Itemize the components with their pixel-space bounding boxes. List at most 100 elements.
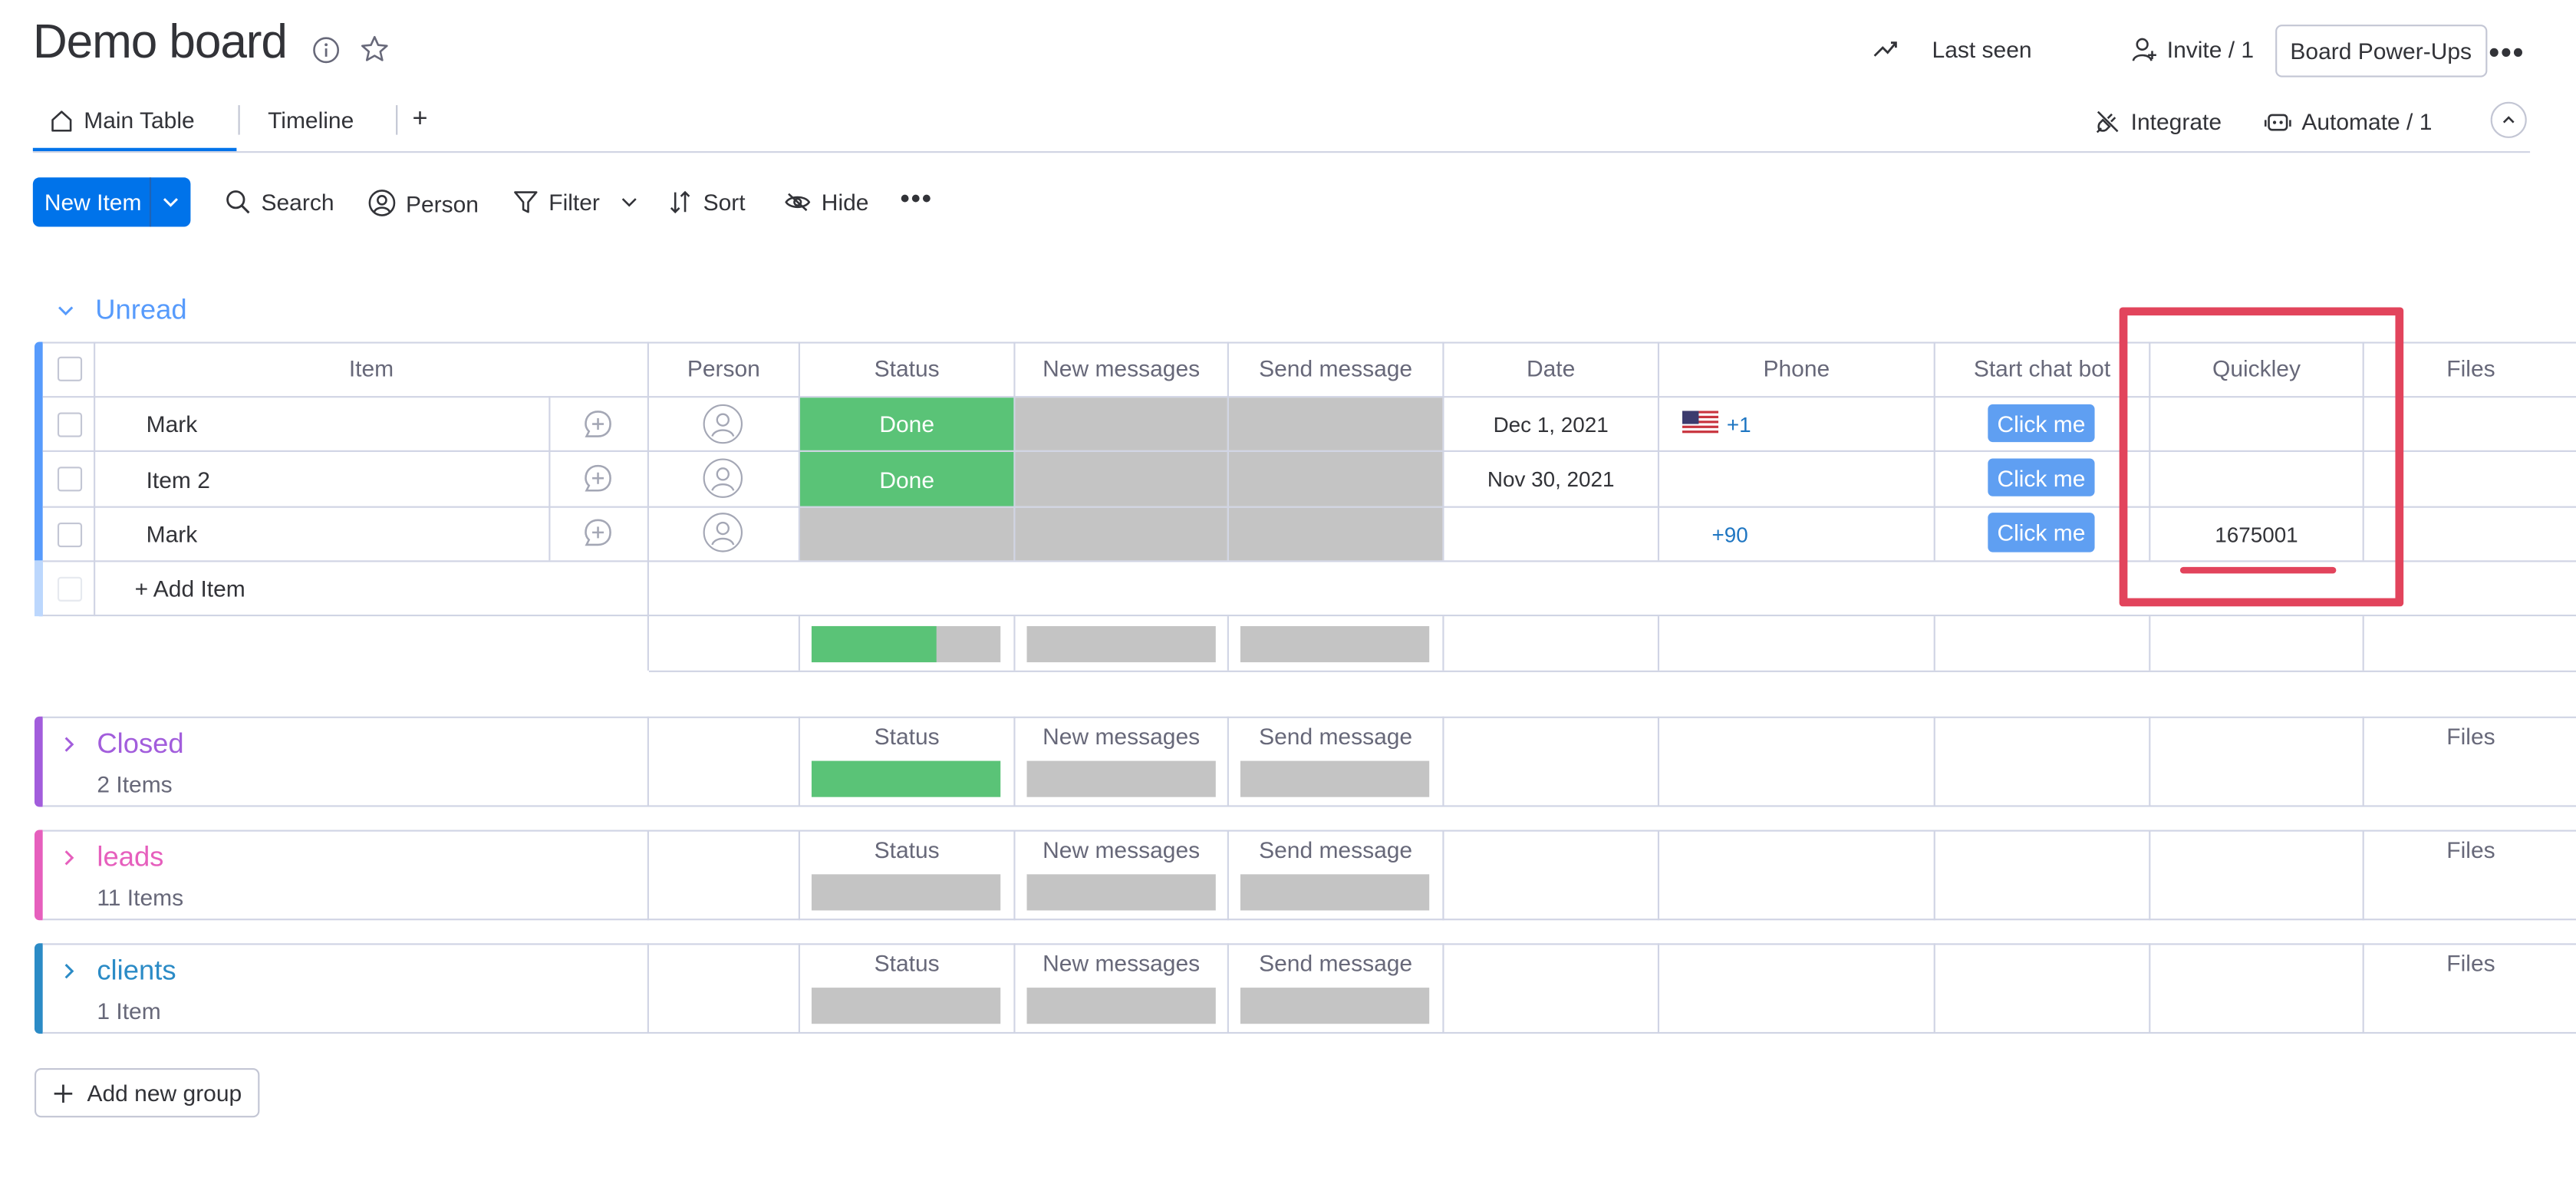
group-title-unread[interactable]: Unread [95, 294, 186, 327]
integrate-label: Integrate [2130, 108, 2222, 135]
column-header-status[interactable]: Status [800, 950, 1013, 976]
phone-cell[interactable]: +90 [1712, 523, 1748, 547]
tab-timeline[interactable]: Timeline [268, 95, 354, 144]
collapse-header-button[interactable] [2490, 101, 2527, 138]
star-icon[interactable] [360, 35, 390, 64]
board-title[interactable]: Demo board [33, 16, 288, 71]
status-cell[interactable]: Done [799, 397, 1014, 450]
status-summary-bar [811, 760, 1001, 797]
column-header-files[interactable]: Files [2364, 836, 2576, 863]
status-cell[interactable] [799, 507, 1014, 561]
row-checkbox[interactable] [57, 467, 83, 492]
column-header-new-messages[interactable]: New messages [1016, 355, 1227, 381]
item-name[interactable]: Mark [147, 521, 198, 547]
add-view-button[interactable]: + [413, 95, 428, 144]
column-header-send-message[interactable]: Send message [1229, 950, 1442, 976]
avatar[interactable] [703, 404, 743, 444]
highlight-underline [2179, 566, 2337, 574]
new-messages-summary [1026, 760, 1216, 797]
date-cell[interactable]: Nov 30, 2021 [1444, 467, 1657, 491]
automate-label: Automate / 1 [2301, 108, 2433, 135]
column-header-person[interactable]: Person [649, 355, 799, 381]
status-cell[interactable]: Done [799, 451, 1014, 506]
click-me-button[interactable]: Click me [1988, 404, 2095, 443]
board-power-ups-button[interactable]: Board Power-Ups [2275, 25, 2487, 78]
expand-group-icon[interactable] [58, 960, 81, 983]
automate-button[interactable]: Automate / 1 [2264, 108, 2433, 135]
group-title-clients[interactable]: clients [97, 955, 176, 988]
column-header-files[interactable]: Files [2364, 950, 2576, 976]
column-header-new-messages[interactable]: New messages [1016, 836, 1227, 863]
tab-timeline-label: Timeline [268, 107, 354, 134]
hide-button[interactable]: Hide [784, 189, 869, 216]
date-cell[interactable]: Dec 1, 2021 [1444, 413, 1657, 437]
add-new-group-button[interactable]: Add new group [34, 1068, 260, 1118]
group-color-bar [34, 943, 43, 1034]
new-messages-cell[interactable] [1015, 451, 1227, 506]
invite-label: Invite / 1 [2166, 36, 2255, 63]
expand-group-icon[interactable] [58, 846, 81, 869]
last-seen-button[interactable]: Last seen [1873, 36, 2032, 62]
click-me-button[interactable]: Click me [1988, 513, 2095, 552]
invite-button[interactable]: Invite / 1 [2131, 36, 2254, 62]
add-view-label: + [412, 105, 428, 134]
integrate-button[interactable]: Integrate [2095, 108, 2222, 135]
filter-button[interactable]: Filter [512, 189, 642, 216]
send-message-cell[interactable] [1228, 397, 1443, 450]
new-messages-summary [1026, 625, 1216, 663]
group-title-leads[interactable]: leads [97, 841, 163, 874]
column-header-item[interactable]: Item [95, 355, 647, 381]
add-item-input[interactable]: + Add Item [135, 576, 245, 602]
avatar[interactable] [703, 513, 743, 552]
toolbar-more-icon[interactable]: ••• [901, 186, 933, 216]
send-message-cell[interactable] [1228, 507, 1443, 561]
avatar[interactable] [703, 458, 743, 498]
tab-main-table-label: Main Table [84, 107, 195, 134]
column-header-date[interactable]: Date [1444, 355, 1657, 381]
column-header-status[interactable]: Status [800, 836, 1013, 863]
row-checkbox[interactable] [57, 523, 83, 548]
info-icon[interactable] [312, 36, 340, 64]
send-message-cell[interactable] [1228, 451, 1443, 506]
select-all-checkbox[interactable] [57, 356, 83, 381]
hide-label: Hide [821, 189, 869, 216]
robot-icon [2264, 114, 2291, 131]
column-header-status[interactable]: Status [800, 355, 1013, 381]
column-header-new-messages[interactable]: New messages [1016, 950, 1227, 976]
column-header-phone[interactable]: Phone [1659, 355, 1934, 381]
column-header-status[interactable]: Status [800, 723, 1013, 749]
new-messages-cell[interactable] [1015, 507, 1227, 561]
column-header-new-messages[interactable]: New messages [1016, 723, 1227, 749]
chevron-down-icon[interactable] [616, 189, 642, 215]
group-title-closed[interactable]: Closed [97, 728, 183, 761]
person-circle-icon [368, 190, 396, 216]
column-header-files[interactable]: Files [2364, 723, 2576, 749]
item-name[interactable]: Item 2 [147, 467, 210, 493]
more-options-icon[interactable]: ••• [2489, 36, 2525, 71]
person-filter-button[interactable]: Person [368, 189, 479, 216]
chevron-down-icon[interactable] [152, 177, 191, 226]
tab-main-table[interactable]: Main Table [49, 95, 195, 144]
search-button[interactable]: Search [225, 189, 334, 216]
column-header-send-message[interactable]: Send message [1229, 836, 1442, 863]
add-update-icon[interactable] [583, 409, 613, 439]
activity-icon [1873, 41, 1897, 57]
collapse-group-icon[interactable] [54, 299, 77, 322]
send-message-summary [1240, 988, 1430, 1024]
item-name[interactable]: Mark [147, 411, 198, 437]
column-header-send-message[interactable]: Send message [1229, 355, 1442, 381]
row-checkbox[interactable] [57, 412, 83, 437]
new-item-button[interactable]: New Item [32, 177, 191, 227]
sort-button[interactable]: Sort [667, 189, 746, 216]
new-messages-cell[interactable] [1015, 397, 1227, 450]
status-summary-bar [811, 988, 1001, 1024]
add-update-icon[interactable] [583, 518, 613, 548]
new-messages-summary [1026, 874, 1216, 911]
click-me-button[interactable]: Click me [1988, 458, 2095, 496]
phone-cell[interactable]: +1 [1727, 413, 1751, 437]
column-header-send-message[interactable]: Send message [1229, 723, 1442, 749]
expand-group-icon[interactable] [58, 733, 81, 756]
add-update-icon[interactable] [583, 463, 613, 493]
column-header-start-chat-bot[interactable]: Start chat bot [1935, 355, 2149, 381]
person-placeholder-icon [711, 521, 735, 546]
